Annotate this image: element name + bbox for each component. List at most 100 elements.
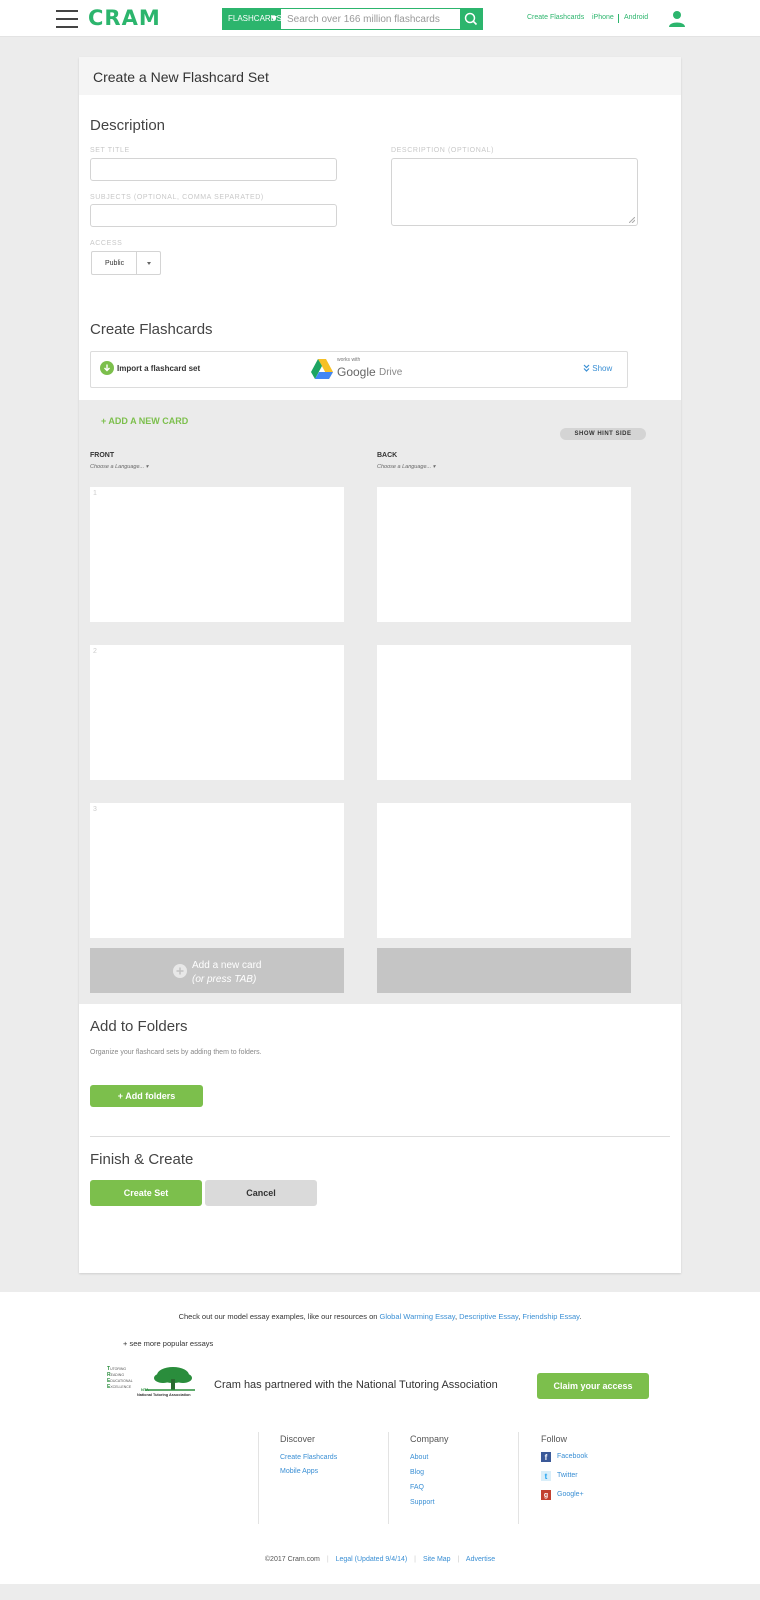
search-button[interactable] <box>460 9 482 29</box>
footer-bottom-links: ©2017 Cram.com | Legal (Updated 9/4/14) … <box>264 1556 496 1563</box>
search-type-dropdown[interactable]: FLASHCARDS <box>223 9 282 29</box>
create-set-button[interactable]: Create Set <box>90 1180 202 1206</box>
column-divider <box>258 1432 259 1524</box>
tree-icon <box>145 1367 195 1391</box>
set-title-input[interactable] <box>90 158 337 181</box>
drive-drive-text: Drive <box>379 367 403 378</box>
nta-logo: TUTORING READING EDUCATIONAL EXCELLENCE … <box>107 1366 197 1400</box>
partner-text: Cram has partnered with the National Tut… <box>214 1379 498 1391</box>
column-divider <box>388 1432 389 1524</box>
card-2-back[interactable] <box>377 645 631 780</box>
claim-access-button[interactable]: Claim your access <box>537 1373 649 1399</box>
section-divider <box>90 1136 670 1137</box>
google-plus-label: Google+ <box>557 1491 584 1498</box>
footer: Check out our model essay examples, like… <box>0 1292 760 1584</box>
iphone-link[interactable]: iPhone <box>592 14 614 21</box>
finish-heading: Finish & Create <box>90 1151 194 1168</box>
page-title: Create a New Flashcard Set <box>93 69 269 85</box>
cram-logo[interactable]: CRAM <box>88 6 161 30</box>
top-bar: CRAM FLASHCARDS Create Flashcards iPhone… <box>0 0 760 37</box>
discover-link[interactable]: Create Flashcards <box>280 1454 337 1461</box>
search-icon <box>464 12 478 26</box>
link-divider <box>618 14 619 23</box>
access-value: Public <box>105 260 125 267</box>
copyright: ©2017 Cram.com <box>264 1556 320 1563</box>
front-language-text: Choose a Language... <box>90 464 145 470</box>
back-language-text: Choose a Language... <box>377 464 432 470</box>
dropdown-arrow-icon <box>271 16 277 21</box>
plus-circle-icon <box>173 964 187 978</box>
drive-google-text: Google <box>337 365 376 379</box>
add-card-back-placeholder <box>377 948 631 993</box>
card-number: 3 <box>93 806 97 813</box>
add-card-button[interactable]: Add a new card (or press TAB) <box>90 948 344 993</box>
form-header: Create a New Flashcard Set <box>79 57 681 95</box>
company-link[interactable]: FAQ <box>410 1484 424 1491</box>
front-language-select[interactable]: Choose a Language... ▾ <box>90 464 148 470</box>
description-textarea[interactable] <box>391 158 638 226</box>
set-title-label: SET TITLE <box>90 147 130 154</box>
create-set-form: Create a New Flashcard Set Description S… <box>79 57 681 1273</box>
user-icon[interactable] <box>668 10 686 28</box>
search-input[interactable] <box>281 9 461 29</box>
add-card-label: Add a new card <box>192 960 262 971</box>
google-drive-icon <box>311 359 333 379</box>
discover-title: Discover <box>280 1434 316 1444</box>
twitter-icon: t <box>541 1471 551 1481</box>
twitter-label: Twitter <box>557 1472 578 1479</box>
import-download-icon[interactable] <box>100 361 114 375</box>
hamburger-menu-icon[interactable] <box>56 10 78 28</box>
column-divider <box>518 1432 519 1524</box>
legal-link[interactable]: Legal (Updated 9/4/14) <box>336 1556 408 1563</box>
add-folders-button[interactable]: + Add folders <box>90 1085 203 1107</box>
show-label: Show <box>592 364 613 373</box>
cards-editor: + ADD A NEW CARD SHOW HINT SIDE FRONT Ch… <box>79 400 681 1004</box>
add-new-card-link[interactable]: + ADD A NEW CARD <box>101 416 188 426</box>
card-3-front[interactable]: 3 <box>90 803 344 938</box>
card-2-front[interactable]: 2 <box>90 645 344 780</box>
create-flashcards-link[interactable]: Create Flashcards <box>527 14 584 21</box>
resize-handle-icon[interactable] <box>629 217 635 223</box>
advertise-link[interactable]: Advertise <box>466 1556 495 1563</box>
back-label: BACK <box>377 452 398 459</box>
card-number: 2 <box>93 648 97 655</box>
site-map-link[interactable]: Site Map <box>423 1556 451 1563</box>
show-toggle[interactable]: Show <box>583 364 612 373</box>
access-select[interactable]: Public <box>91 251 161 275</box>
folders-heading: Add to Folders <box>90 1018 188 1035</box>
folders-help-text: Organize your flashcard sets by adding t… <box>90 1049 262 1056</box>
essay-link[interactable]: Descriptive Essay <box>459 1312 518 1321</box>
card-1-front[interactable]: 1 <box>90 487 344 622</box>
back-language-select[interactable]: Choose a Language... ▾ <box>377 464 435 470</box>
select-divider <box>136 252 137 274</box>
nta-name: National Tutoring Association <box>137 1393 191 1397</box>
card-1-back[interactable] <box>377 487 631 622</box>
google-drive-button[interactable]: works with Google Drive <box>311 357 411 383</box>
essays-prefix: Check out our model essay examples, like… <box>178 1312 378 1321</box>
company-link[interactable]: About <box>410 1454 428 1461</box>
front-label: FRONT <box>90 452 115 459</box>
subjects-label: SUBJECTS (OPTIONAL, COMMA SEPARATED) <box>90 194 264 201</box>
search-bar: FLASHCARDS <box>222 8 483 30</box>
subjects-input[interactable] <box>90 204 337 227</box>
card-3-back[interactable] <box>377 803 631 938</box>
cancel-button[interactable]: Cancel <box>205 1180 317 1206</box>
nta-wordmark: TUTORING READING EDUCATIONAL EXCELLENCE <box>107 1366 133 1390</box>
essay-link[interactable]: Global Warming Essay <box>380 1312 455 1321</box>
import-flashcard-link[interactable]: Import a flashcard set <box>117 364 200 373</box>
discover-link[interactable]: Mobile Apps <box>280 1468 318 1475</box>
company-title: Company <box>410 1434 449 1444</box>
android-link[interactable]: Android <box>624 14 648 21</box>
essay-link[interactable]: Friendship Essay <box>522 1312 579 1321</box>
facebook-label: Facebook <box>557 1453 588 1460</box>
description-heading: Description <box>90 117 166 134</box>
double-chevron-down-icon <box>583 364 590 372</box>
see-more-essays-link[interactable]: + see more popular essays <box>123 1339 213 1348</box>
create-flashcards-heading: Create Flashcards <box>90 321 213 338</box>
follow-title: Follow <box>541 1434 568 1444</box>
company-link[interactable]: Support <box>410 1499 435 1506</box>
company-link[interactable]: Blog <box>410 1469 424 1476</box>
google-plus-icon: g <box>541 1490 551 1500</box>
essay-links-line: Check out our model essay examples, like… <box>178 1312 582 1321</box>
show-hint-side-button[interactable]: SHOW HINT SIDE <box>560 428 646 440</box>
